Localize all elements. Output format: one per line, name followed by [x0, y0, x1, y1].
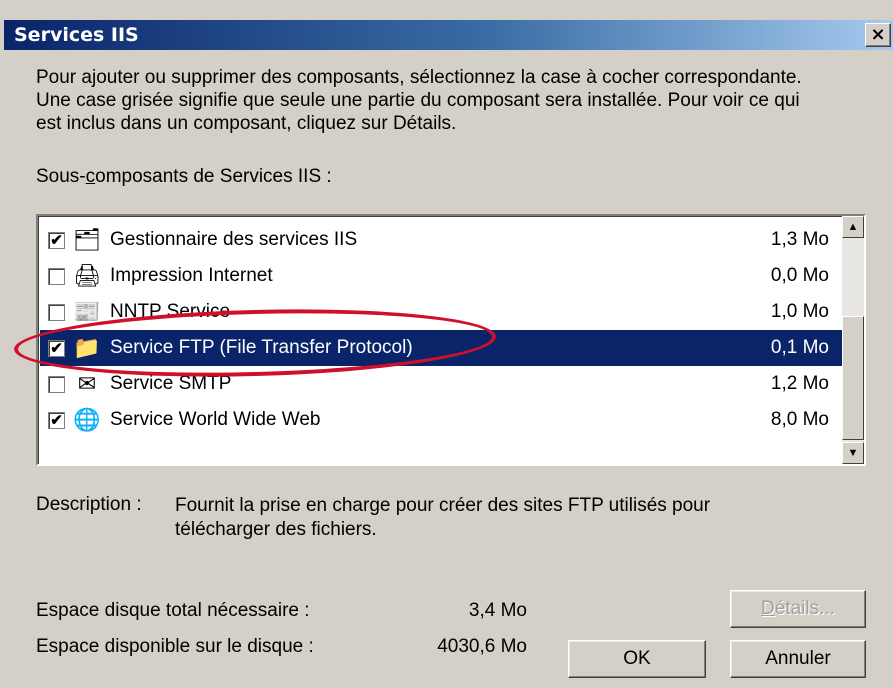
list-item[interactable]: 📰 NNTP Service 1,0 Mo: [40, 294, 843, 330]
checkbox[interactable]: [48, 376, 65, 393]
list-item[interactable]: ✉ Service SMTP 1,2 Mo: [40, 366, 843, 402]
scroll-thumb[interactable]: [842, 316, 864, 440]
list-item-selected[interactable]: ✔ 📁 Service FTP (File Transfer Protocol)…: [40, 330, 843, 366]
nntp-icon: 📰: [73, 299, 101, 324]
component-name: NNTP Service: [110, 301, 231, 322]
printer-icon: 🖨: [73, 263, 101, 288]
component-name: Service World Wide Web: [110, 409, 321, 430]
checkbox[interactable]: [48, 304, 65, 321]
window-title: Services IIS: [14, 24, 139, 46]
checkbox[interactable]: ✔: [48, 232, 65, 249]
title-bar[interactable]: Services IIS ×: [4, 20, 893, 50]
ok-button[interactable]: OK: [568, 640, 706, 678]
globe-icon: 🌐: [73, 407, 101, 432]
subcomponents-label-accel: c: [85, 166, 96, 187]
component-name: Impression Internet: [110, 265, 273, 286]
mail-icon: ✉: [77, 371, 97, 396]
component-size: 0,1 Mo: [770, 337, 829, 358]
component-size: 1,0 Mo: [770, 301, 829, 322]
iis-manager-icon: 🗂: [73, 227, 101, 252]
required-space-value: 3,4 Mo: [468, 600, 527, 621]
list-item[interactable]: ✔ 🗂 Gestionnaire des services IIS 1,3 Mo: [40, 222, 843, 258]
available-space-value: 4030,6 Mo: [437, 636, 527, 657]
subcomponents-label-pre: Sous-: [36, 166, 86, 187]
subcomponents-label-post: omposants de Services IIS :: [95, 166, 332, 187]
component-name: Service SMTP: [110, 373, 232, 394]
checkbox[interactable]: [48, 268, 65, 285]
close-button[interactable]: ×: [865, 23, 891, 47]
subcomponents-label: Sous-composants de Services IIS :: [36, 166, 332, 188]
list-item[interactable]: ✔ 🌐 Service World Wide Web 8,0 Mo: [40, 402, 843, 438]
component-size: 8,0 Mo: [770, 409, 829, 430]
intro-text: Pour ajouter ou supprimer des composants…: [36, 67, 802, 134]
list-scrollbar[interactable]: ▲ ▼: [842, 216, 864, 464]
details-rest: étails...: [774, 598, 835, 619]
component-size: 1,2 Mo: [770, 373, 829, 394]
description-text: Fournit la prise en charge pour créer de…: [175, 495, 711, 540]
scroll-down-icon[interactable]: ▼: [842, 442, 864, 464]
components-listbox[interactable]: ✔ 🗂 Gestionnaire des services IIS 1,3 Mo…: [36, 214, 866, 466]
list-item[interactable]: 🖨 Impression Internet 0,0 Mo: [40, 258, 843, 294]
available-space-label: Espace disponible sur le disque :: [36, 636, 314, 657]
checkbox[interactable]: ✔: [48, 412, 65, 429]
component-name: Service FTP (File Transfer Protocol): [110, 337, 413, 358]
cancel-button[interactable]: Annuler: [730, 640, 866, 678]
required-space-label: Espace disque total nécessaire :: [36, 600, 310, 621]
component-size: 0,0 Mo: [770, 265, 829, 286]
component-size: 1,3 Mo: [770, 229, 829, 250]
scroll-up-icon[interactable]: ▲: [842, 216, 864, 238]
details-button[interactable]: Détails...: [730, 590, 866, 628]
services-iis-dialog: Services IIS × Pour ajouter ou supprimer…: [0, 0, 893, 688]
folder-icon: 📁: [73, 335, 101, 360]
description-label: Description :: [36, 494, 142, 515]
component-name: Gestionnaire des services IIS: [110, 229, 358, 250]
details-accel: D: [761, 598, 775, 619]
checkbox[interactable]: ✔: [48, 340, 65, 357]
